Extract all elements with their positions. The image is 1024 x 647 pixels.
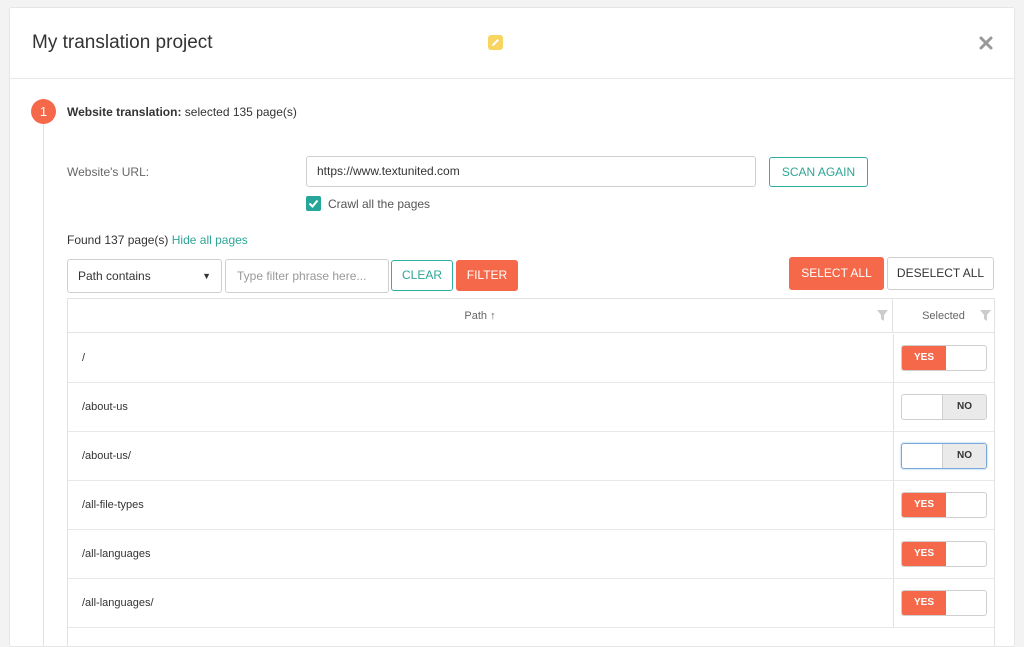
column-divider: [893, 383, 894, 431]
selected-toggle[interactable]: YES: [901, 590, 987, 616]
toggle-yes: YES: [902, 346, 946, 370]
table-row: /all-languages/ YES: [68, 579, 994, 628]
grid-header: Path ↑ Selected: [68, 299, 994, 333]
column-path-header[interactable]: Path ↑: [68, 299, 893, 333]
crawl-checkbox[interactable]: [306, 196, 321, 211]
crawl-label: Crawl all the pages: [328, 197, 431, 211]
step-title-bold: Website translation:: [67, 105, 182, 119]
table-row: /about-us NO: [68, 383, 994, 432]
modal-header: My translation project: [10, 8, 1014, 79]
chevron-down-icon: ▼: [202, 271, 211, 281]
table-row: /all-languages YES: [68, 530, 994, 579]
selected-toggle[interactable]: YES: [901, 541, 987, 567]
filter-button[interactable]: FILTER: [456, 260, 518, 291]
website-url-input[interactable]: https://www.textunited.com: [306, 156, 756, 187]
column-selected-label: Selected: [922, 310, 965, 322]
column-divider: [893, 530, 894, 578]
toggle-yes: YES: [902, 493, 946, 517]
selected-toggle[interactable]: YES: [901, 492, 987, 518]
row-path: /all-languages: [82, 548, 151, 560]
hide-all-pages-link[interactable]: Hide all pages: [172, 233, 248, 247]
found-count: Found 137 page(s): [67, 233, 172, 247]
step-line: [43, 124, 44, 646]
table-row: /all-file-types YES: [68, 481, 994, 530]
step-title: Website translation: selected 135 page(s…: [67, 105, 297, 119]
toggle-no: NO: [942, 444, 986, 468]
selected-toggle[interactable]: NO: [901, 394, 987, 420]
scan-again-button[interactable]: SCAN AGAIN: [769, 157, 868, 187]
translation-project-modal: My translation project 1 Website transla…: [9, 7, 1015, 647]
column-selected-header[interactable]: Selected: [893, 299, 994, 333]
url-label: Website's URL:: [67, 165, 150, 179]
column-divider: [893, 334, 894, 382]
selected-toggle[interactable]: YES: [901, 345, 987, 371]
filter-funnel-icon[interactable]: [980, 310, 991, 321]
filter-type-select[interactable]: Path contains ▼: [67, 259, 222, 293]
filter-phrase-input[interactable]: Type filter phrase here...: [225, 259, 389, 293]
step-badge: 1: [31, 99, 56, 124]
selected-toggle[interactable]: NO: [901, 443, 987, 469]
filter-funnel-icon[interactable]: [877, 310, 888, 321]
toggle-yes: YES: [902, 542, 946, 566]
column-path-label: Path ↑: [464, 310, 496, 322]
table-row: /about-us/ NO: [68, 432, 994, 481]
column-divider: [893, 432, 894, 480]
row-path: /all-languages/: [82, 597, 154, 609]
deselect-all-button[interactable]: DESELECT ALL: [887, 257, 994, 290]
row-path: /: [82, 352, 86, 364]
pages-grid: Path ↑ Selected / YES /about-us NO /abou…: [67, 298, 995, 646]
filter-type-value: Path contains: [78, 269, 151, 283]
column-divider: [893, 579, 894, 627]
project-title: My translation project: [32, 32, 213, 53]
edit-icon[interactable]: [488, 35, 503, 50]
toggle-no: NO: [942, 395, 986, 419]
close-icon[interactable]: [978, 35, 994, 51]
row-path: /about-us/: [82, 450, 131, 462]
toggle-yes: YES: [902, 591, 946, 615]
clear-button[interactable]: CLEAR: [391, 260, 453, 291]
row-path: /all-file-types: [82, 499, 144, 511]
column-divider: [893, 481, 894, 529]
row-path: /about-us: [82, 401, 128, 413]
step-title-rest: selected 135 page(s): [181, 105, 297, 119]
select-all-button[interactable]: SELECT ALL: [789, 257, 884, 290]
found-pages: Found 137 page(s) Hide all pages: [67, 233, 248, 247]
table-row: / YES: [68, 334, 994, 383]
